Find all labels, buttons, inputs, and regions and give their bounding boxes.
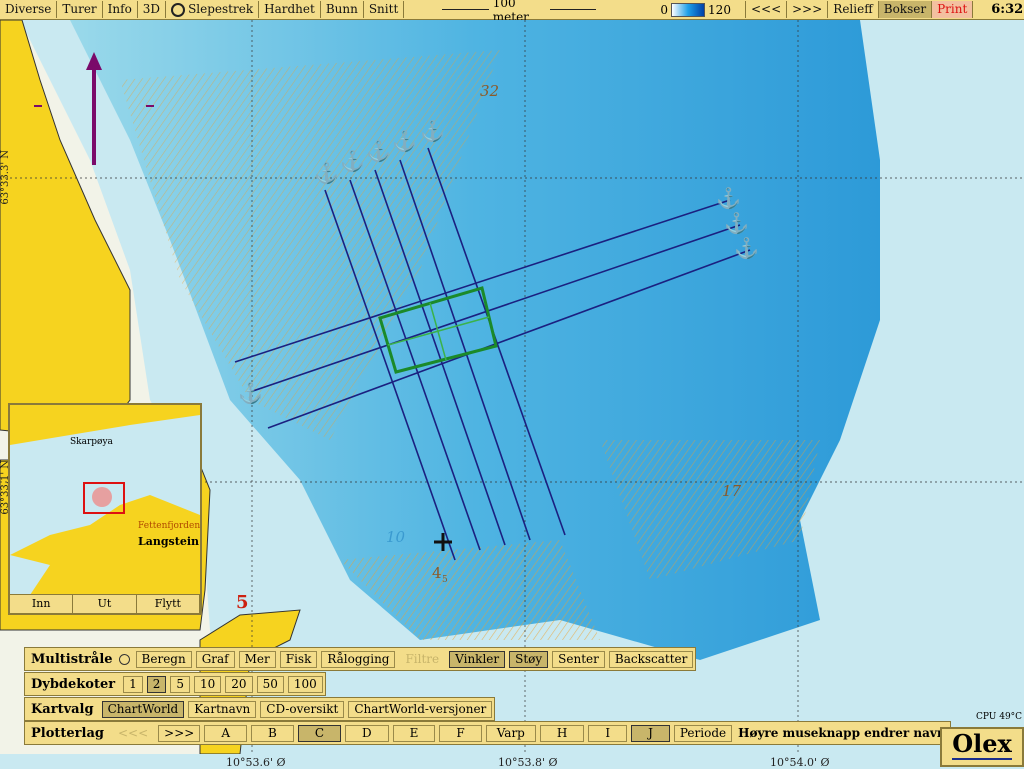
svg-text:⚓: ⚓	[340, 149, 365, 173]
layer-j-button[interactable]: J	[631, 724, 670, 742]
zoom-out-button[interactable]: Ut	[73, 595, 137, 613]
next-button[interactable]: >>>	[787, 1, 829, 18]
layer-c-button[interactable]: C	[297, 724, 341, 742]
layers-panel: Plotterlag <<< >>> A B C D E F Varp H I …	[24, 721, 951, 745]
marker-5: 5	[236, 592, 249, 613]
svg-text:⚓: ⚓	[420, 119, 445, 143]
svg-text:⚓: ⚓	[366, 139, 391, 163]
multibeam-panel: Multistråle Beregn Graf Mer Fisk Råloggi…	[24, 647, 697, 671]
menu-diverse[interactable]: Diverse	[0, 1, 58, 18]
multibeam-vinkler-button[interactable]: Vinkler	[449, 650, 506, 668]
contours-panel: Dybdekoter 1 2 5 10 20 50 100	[24, 672, 326, 696]
menu-hardhet[interactable]: Hardhet	[259, 1, 321, 18]
menu-turer[interactable]: Turer	[57, 1, 103, 18]
multibeam-ralogging-button[interactable]: Rålogging	[321, 650, 396, 668]
layers-title: Plotterlag	[31, 725, 104, 741]
multibeam-filtre-button[interactable]: Filtre	[399, 650, 446, 668]
layer-period-button[interactable]: Periode	[673, 724, 733, 742]
layer-d-button[interactable]: D	[345, 724, 389, 742]
contour-50-button[interactable]: 50	[256, 675, 284, 693]
lon-label-2: 10°53.8' Ø	[498, 756, 558, 769]
depth-label-10: 10	[386, 528, 406, 546]
multibeam-beregn-button[interactable]: Beregn	[135, 650, 192, 668]
relief-button[interactable]: Relieff	[828, 1, 879, 18]
lon-label-3: 10°54.0' Ø	[770, 756, 830, 769]
charts-title: Kartvalg	[31, 701, 94, 717]
multibeam-fisk-button[interactable]: Fisk	[279, 650, 318, 668]
multibeam-senter-button[interactable]: Senter	[552, 650, 605, 668]
contour-100-button[interactable]: 100	[287, 675, 323, 693]
clock: 6:32:38	[991, 2, 1024, 17]
multibeam-backscatter-button[interactable]: Backscatter	[608, 650, 694, 668]
svg-text:⚓: ⚓	[734, 236, 759, 260]
charts-panel: Kartvalg ChartWorld Kartnavn CD-oversikt…	[24, 697, 496, 721]
target-icon	[171, 2, 186, 17]
move-button[interactable]: Flytt	[137, 595, 200, 613]
olex-logo[interactable]: Olex	[940, 727, 1024, 767]
chart-names-button[interactable]: Kartnavn	[188, 700, 257, 718]
slepestrek-label: Slepestrek	[188, 2, 254, 16]
contour-2-button[interactable]: 2	[146, 675, 167, 693]
depth-min: 0	[660, 2, 669, 17]
layers-hint: Høyre museknapp endrer navn	[738, 726, 946, 740]
layer-i-button[interactable]: I	[588, 724, 628, 742]
zoom-in-button[interactable]: Inn	[10, 595, 74, 613]
depth-label-17: 17	[722, 482, 742, 500]
scale-line-right	[549, 9, 597, 10]
menu-bunn[interactable]: Bunn	[321, 1, 364, 18]
prev-button[interactable]: <<<	[744, 1, 788, 18]
layer-b-button[interactable]: B	[250, 724, 294, 742]
multibeam-mer-button[interactable]: Mer	[238, 650, 276, 668]
menu-slepestrek[interactable]: Slepestrek	[166, 1, 260, 18]
place-label-1: Skarpøya	[70, 437, 113, 447]
depth-gradient	[671, 2, 706, 17]
contours-title: Dybdekoter	[31, 676, 116, 692]
olex-logo-text: Olex	[952, 729, 1012, 760]
place-label-3: Langstein	[138, 535, 199, 548]
layer-a-button[interactable]: A	[204, 724, 247, 742]
depth-label-4-sub: 5	[442, 575, 448, 585]
menu-snitt[interactable]: Snitt	[364, 1, 405, 18]
lat-label-top: 63°33.3' N	[0, 150, 11, 205]
multibeam-graf-button[interactable]: Graf	[195, 650, 235, 668]
lon-label-1: 10°53.6' Ø	[226, 756, 286, 769]
svg-text:⚓: ⚓	[314, 161, 339, 185]
svg-text:⚓: ⚓	[716, 186, 741, 210]
scale-line-left	[442, 9, 489, 10]
svg-text:⚓: ⚓	[724, 211, 749, 235]
boxes-button[interactable]: Bokser	[878, 1, 933, 18]
print-button[interactable]: Print	[932, 1, 974, 18]
depth-max: 120	[708, 2, 731, 17]
layers-prev-button[interactable]: <<<	[111, 724, 155, 742]
depth-scale: 0 120	[660, 2, 731, 17]
contour-5-button[interactable]: 5	[170, 675, 191, 693]
overview-chart	[10, 405, 200, 595]
layer-varp-button[interactable]: Varp	[485, 724, 536, 742]
depth-label-32: 32	[480, 82, 499, 100]
chartworld-versions-button[interactable]: ChartWorld-versjoner	[348, 700, 493, 718]
layer-f-button[interactable]: F	[439, 724, 482, 742]
menu-info[interactable]: Info	[103, 1, 138, 18]
place-label-2: Fettenfjorden	[138, 521, 201, 531]
depth-label-4: 4	[432, 564, 442, 582]
contour-1-button[interactable]: 1	[123, 675, 143, 693]
contour-20-button[interactable]: 20	[225, 675, 253, 693]
cd-overview-button[interactable]: CD-oversikt	[260, 700, 345, 718]
overview-map[interactable]: Skarpøya Fettenfjorden Langstein Inn Ut …	[8, 403, 202, 615]
cpu-temp: CPU 49°C	[976, 712, 1023, 722]
menu-3d[interactable]: 3D	[138, 1, 167, 18]
radio-icon[interactable]	[118, 653, 130, 665]
top-toolbar: Diverse Turer Info 3D Slepestrek Hardhet…	[0, 0, 1024, 24]
multibeam-stoy-button[interactable]: Støy	[509, 650, 549, 668]
layers-next-button[interactable]: >>>	[158, 724, 201, 742]
multibeam-title: Multistråle	[31, 651, 113, 667]
chartworld-button[interactable]: ChartWorld	[101, 700, 185, 718]
overview-controls: Inn Ut Flytt	[10, 594, 200, 613]
svg-text:⚓: ⚓	[238, 381, 263, 405]
svg-text:⚓: ⚓	[392, 129, 417, 153]
layer-h-button[interactable]: H	[539, 724, 585, 742]
layer-e-button[interactable]: E	[392, 724, 436, 742]
chart-map[interactable]: ⚓ ⚓ ⚓ ⚓ ⚓ ⚓⚓⚓ ⚓ 32 17 10 4 5 5	[0, 20, 1024, 754]
contour-10-button[interactable]: 10	[194, 675, 222, 693]
